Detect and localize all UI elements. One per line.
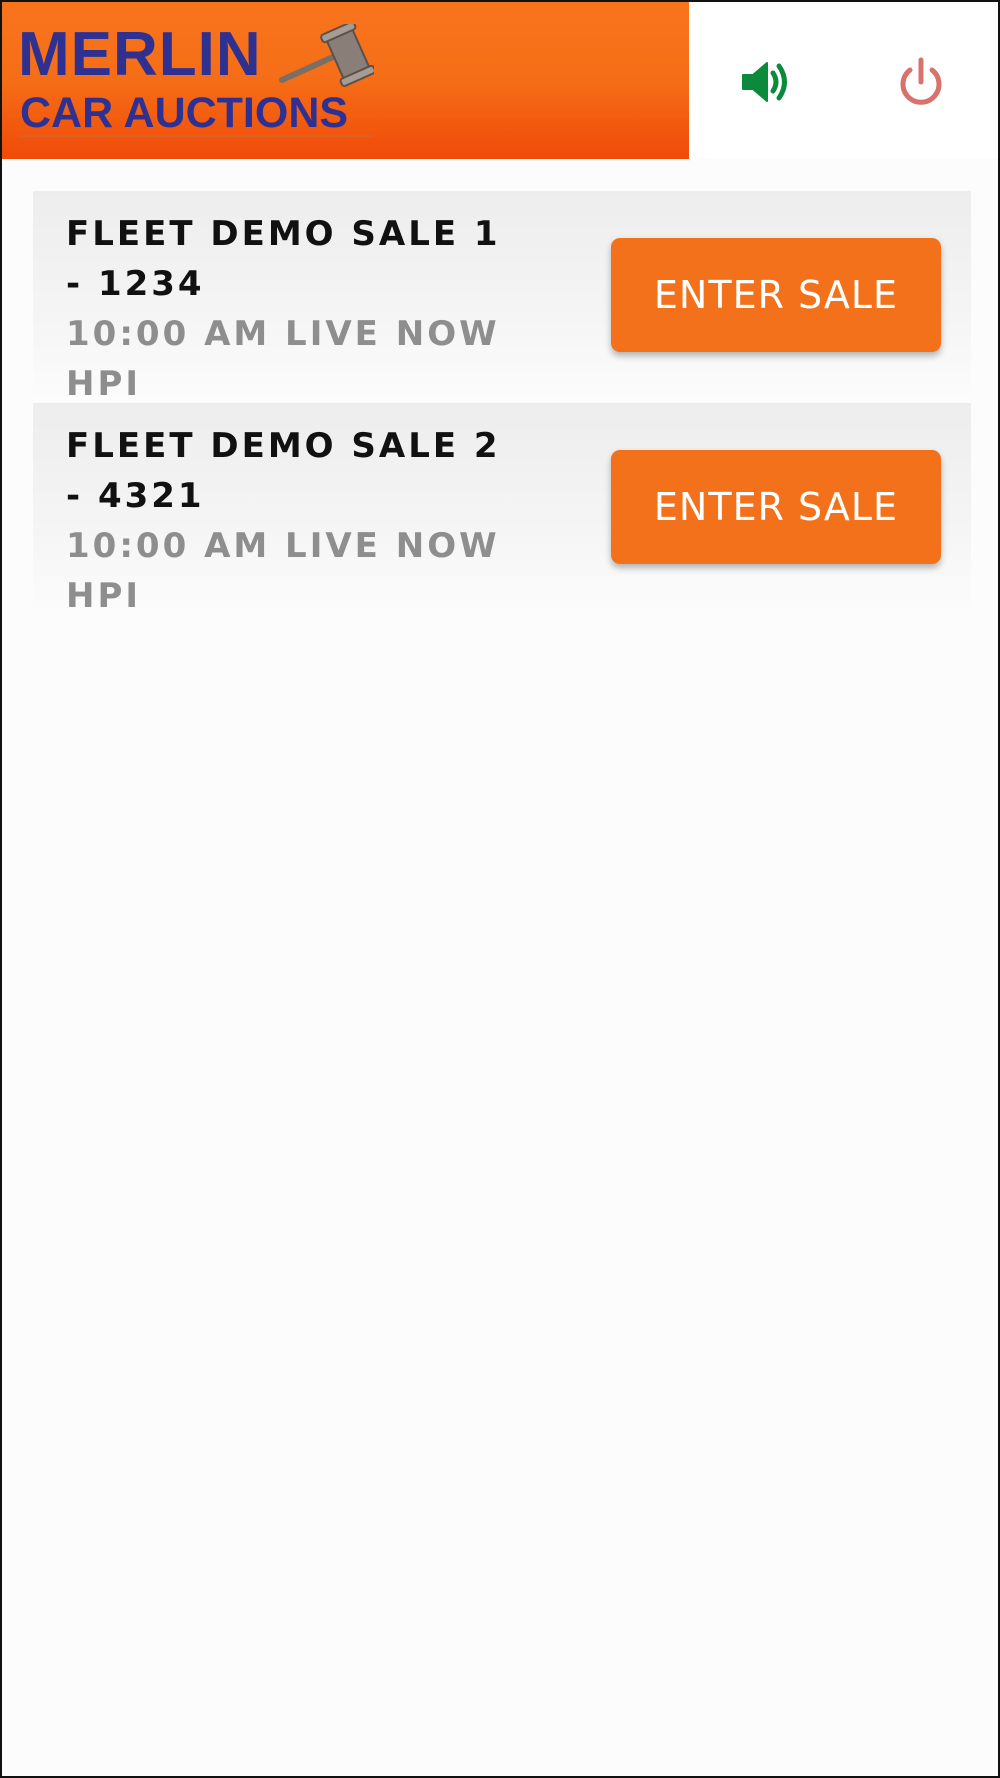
app-root: MERLIN CAR AUCTIONS FLEET DEMO SALE 1 - … [0, 0, 1000, 1778]
sale-info: FLEET DEMO SALE 1 - 1234 10:00 AM LIVE N… [66, 209, 506, 409]
gavel-icon [279, 24, 374, 87]
sale-status: 10:00 AM LIVE NOW HPI [66, 314, 500, 404]
speaker-volume-icon [742, 62, 787, 102]
sale-row: FLEET DEMO SALE 2 - 4321 10:00 AM LIVE N… [33, 403, 971, 616]
enter-sale-button[interactable]: ENTER SALE [611, 450, 941, 564]
sale-row: FLEET DEMO SALE 1 - 1234 10:00 AM LIVE N… [33, 191, 971, 404]
sale-name: FLEET DEMO SALE 1 - 1234 [66, 214, 501, 304]
power-icon [900, 57, 942, 105]
brand-logo: MERLIN CAR AUCTIONS [2, 2, 689, 159]
logout-button[interactable] [893, 54, 949, 110]
sales-list: FLEET DEMO SALE 1 - 1234 10:00 AM LIVE N… [33, 191, 971, 616]
sale-name: FLEET DEMO SALE 2 - 4321 [66, 426, 501, 516]
enter-sale-button[interactable]: ENTER SALE [611, 238, 941, 352]
logo-underline [20, 135, 372, 137]
sale-info: FLEET DEMO SALE 2 - 4321 10:00 AM LIVE N… [66, 421, 506, 621]
sound-toggle-button[interactable] [736, 54, 792, 110]
sale-status: 10:00 AM LIVE NOW HPI [66, 526, 500, 616]
logo-title: MERLIN [18, 20, 262, 89]
logo-subtitle: CAR AUCTIONS [20, 89, 349, 137]
header: MERLIN CAR AUCTIONS [2, 2, 998, 159]
